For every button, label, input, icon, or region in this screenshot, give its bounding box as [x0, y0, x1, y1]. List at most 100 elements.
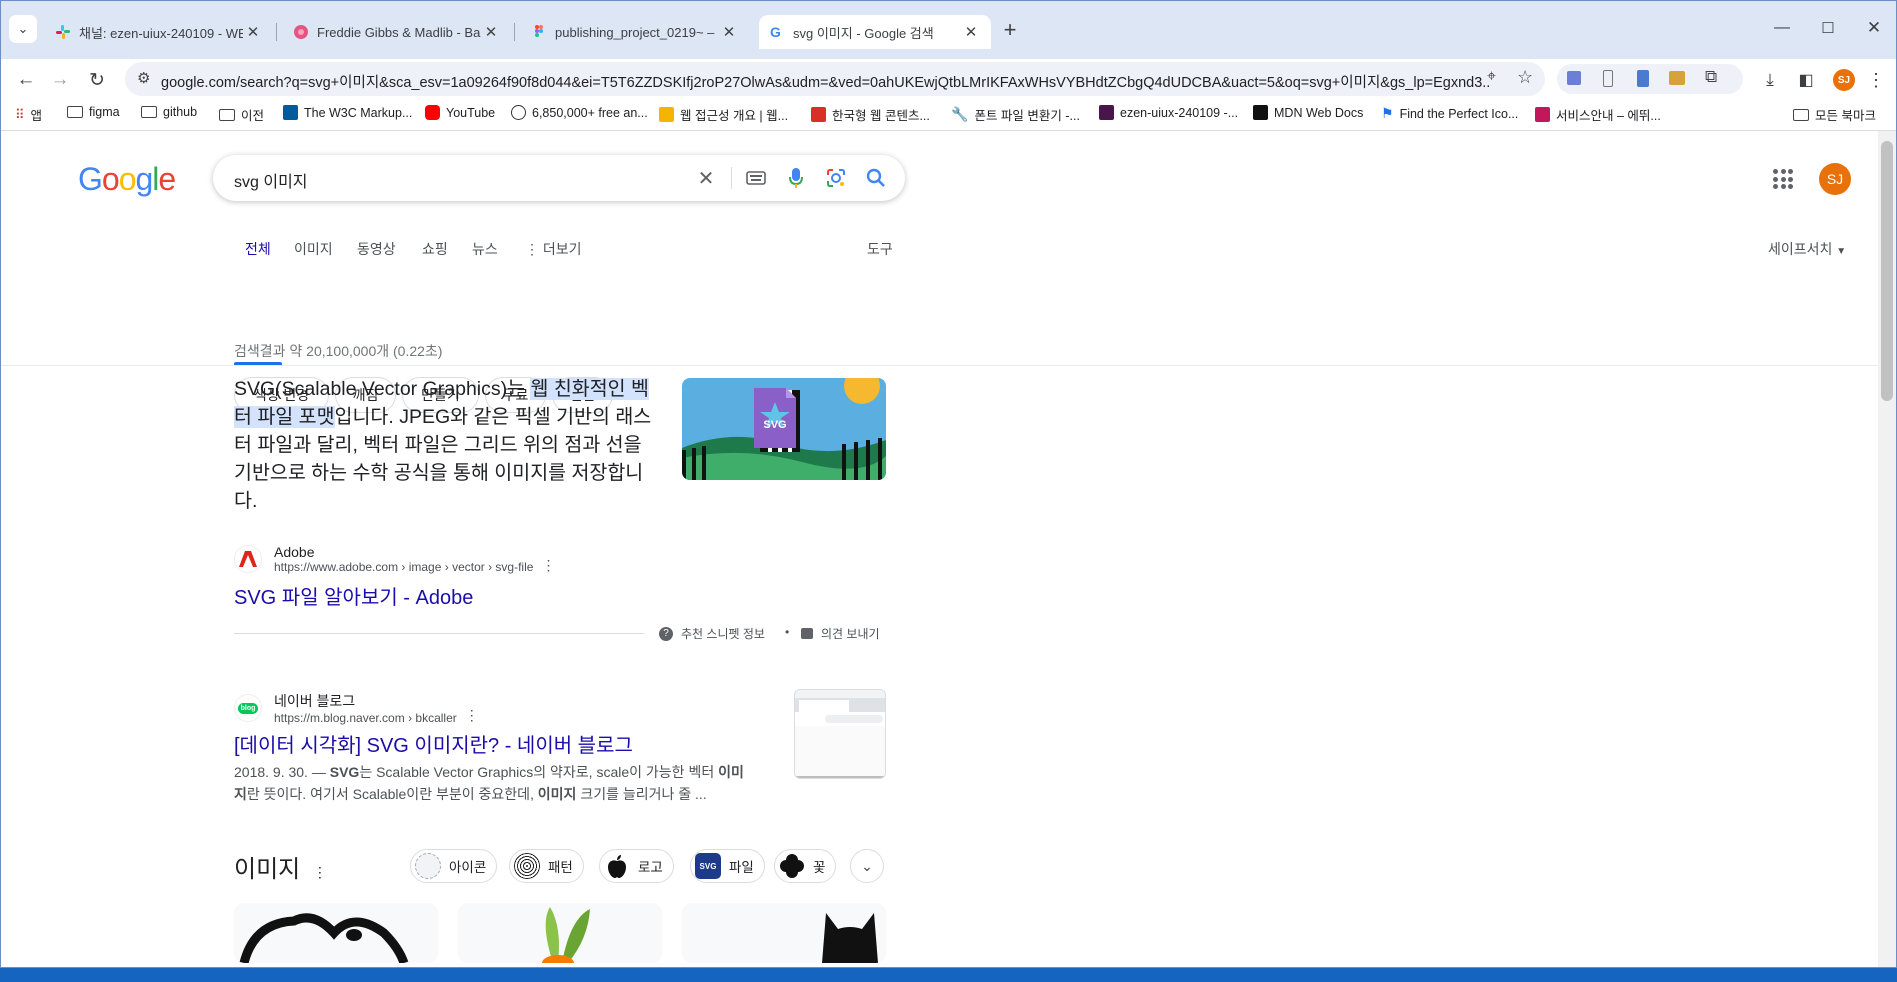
tab-close-icon[interactable]: ✕	[243, 23, 263, 41]
svg-file-illustration: SVG	[682, 378, 886, 480]
tab-close-icon[interactable]: ✕	[719, 23, 739, 41]
minimize-button[interactable]: —	[1769, 15, 1795, 41]
tab-slack[interactable]: 채널: ezen-uiux-240109 - WEB ✕	[45, 15, 273, 49]
adobe-source[interactable]: Adobe https://www.adobe.com › image › ve…	[234, 543, 555, 574]
bookmark-youtube[interactable]: YouTube	[425, 105, 495, 120]
bookmark-mdn[interactable]: MDN Web Docs	[1253, 105, 1363, 120]
image-result-1[interactable]	[234, 903, 438, 963]
dot-separator: •	[785, 625, 790, 639]
back-button[interactable]: ←	[13, 67, 39, 93]
bookmark-apps[interactable]: ⠿ 앱	[15, 105, 42, 124]
bookmark-service[interactable]: 서비스안내 – 에뛰...	[1535, 105, 1661, 124]
address-bar[interactable]: ⚙ google.com/search?q=svg+이미지&sca_esv=1a…	[125, 62, 1545, 96]
tab-freddie[interactable]: Freddie Gibbs & Madlib - Band ✕	[283, 15, 511, 49]
more-options-icon[interactable]: ⋮	[541, 557, 555, 574]
search-nav: 전체 이미지 동영상 쇼핑 뉴스 ⋮ 더보기 도구 세이프서치 ▼ 색상 변경 …	[1, 231, 1879, 413]
forward-button[interactable]: →	[47, 67, 73, 93]
bandcamp-icon	[294, 25, 308, 39]
bookmark-github[interactable]: github	[141, 105, 197, 119]
bookmark-all[interactable]: 모든 북마크	[1793, 105, 1876, 124]
image-chip-logo[interactable]: 로고	[599, 849, 674, 883]
tab-videos[interactable]: 동영상	[357, 239, 396, 259]
tab-close-icon[interactable]: ✕	[481, 23, 501, 41]
location-icon[interactable]: ⌖	[1487, 68, 1496, 86]
downloads-icon[interactable]: ⤓	[1757, 67, 1783, 93]
extension-device-icon[interactable]	[1603, 70, 1613, 87]
lens-camera-icon[interactable]	[823, 165, 849, 191]
extension-image-icon[interactable]	[1669, 71, 1685, 85]
bookmark-label: ezen-uiux-240109 -...	[1120, 105, 1239, 120]
new-tab-button[interactable]: +	[997, 17, 1023, 43]
images-heading-label: 이미지	[234, 856, 301, 883]
tab-news[interactable]: 뉴스	[472, 239, 498, 259]
scrollbar-thumb[interactable]	[1881, 141, 1893, 401]
feedback-link[interactable]: 의견 보내기	[801, 625, 880, 642]
bookmark-previous[interactable]: 이전	[219, 105, 264, 124]
tab-more-label: 더보기	[542, 241, 582, 257]
microphone-icon[interactable]	[783, 165, 809, 191]
result-title-adobe[interactable]: SVG 파일 알아보기 - Adobe	[234, 581, 473, 610]
tab-shopping[interactable]: 쇼핑	[422, 239, 448, 259]
tab-images[interactable]: 이미지	[294, 239, 333, 259]
figma-icon	[535, 25, 543, 37]
bookmark-font-converter[interactable]: 🔧 폰트 파일 변환기 -...	[951, 105, 1080, 124]
safesearch-button[interactable]: 세이프서치 ▼	[1768, 239, 1846, 259]
extensions-puzzle-icon[interactable]: ⧉	[1705, 67, 1717, 87]
naver-source[interactable]: blog 네이버 블로그 https://m.blog.naver.com › …	[234, 691, 479, 725]
profile-avatar[interactable]: SJ	[1833, 69, 1855, 91]
tab-figma[interactable]: publishing_project_0219~ – Fi ✕	[521, 15, 749, 49]
tab-close-icon[interactable]: ✕	[961, 23, 981, 41]
menu-icon[interactable]: ⋮	[1863, 67, 1889, 93]
extension-crop-icon[interactable]	[1567, 71, 1581, 85]
safesearch-label: 세이프서치	[1768, 241, 1833, 257]
bookmark-label: figma	[89, 105, 120, 119]
bookmark-star-icon[interactable]: ☆	[1517, 67, 1533, 88]
bookmark-icons[interactable]: ⚑ Find the Perfect Ico...	[1381, 105, 1518, 122]
bookmark-kwcag[interactable]: 한국형 웹 콘텐츠...	[811, 105, 930, 124]
tab-search-button[interactable]: ⌄	[9, 15, 37, 43]
bookmark-slack[interactable]: ezen-uiux-240109 -...	[1099, 105, 1238, 120]
about-snippet-link[interactable]: ? 추천 스니펫 정보	[659, 625, 765, 642]
more-vert-icon[interactable]: ⋮	[313, 864, 327, 880]
extension-tablet-icon[interactable]	[1637, 70, 1649, 87]
page-scrollbar[interactable]	[1878, 131, 1896, 967]
expand-chips-button[interactable]: ⌄	[850, 849, 884, 883]
keyboard-icon[interactable]	[743, 165, 769, 191]
bookmark-free-an[interactable]: 6,850,000+ free an...	[511, 105, 648, 120]
google-logo[interactable]: Google	[78, 161, 176, 198]
bookmark-accessibility[interactable]: 웹 접근성 개요 | 웹...	[659, 105, 788, 124]
folder-icon	[219, 108, 235, 121]
image-chip-pattern[interactable]: 패턴	[509, 849, 584, 883]
tab-all[interactable]: 전체	[245, 239, 271, 259]
search-box[interactable]: svg 이미지 ✕	[213, 155, 905, 201]
account-avatar[interactable]: SJ	[1819, 163, 1851, 195]
bookmark-figma[interactable]: figma	[67, 105, 120, 119]
close-window-button[interactable]: ✕	[1861, 15, 1887, 41]
source-name: Adobe	[274, 543, 315, 560]
search-input[interactable]: svg 이미지	[234, 168, 308, 192]
search-icon[interactable]	[863, 165, 889, 191]
reload-button[interactable]: ↻	[84, 67, 110, 93]
bookmark-w3c[interactable]: The W3C Markup...	[283, 105, 412, 120]
folder-icon	[141, 106, 157, 118]
google-apps-icon[interactable]	[1773, 169, 1793, 189]
image-result-3[interactable]	[682, 903, 886, 963]
browser-screenshot-thumbnail	[795, 690, 885, 778]
tab-more[interactable]: ⋮ 더보기	[525, 239, 582, 259]
tools-button[interactable]: 도구	[867, 239, 893, 259]
result-title-naver[interactable]: [데이터 시각화] SVG 이미지란? - 네이버 블로그	[234, 729, 633, 758]
image-chip-file[interactable]: SVG 파일	[690, 849, 765, 883]
tab-google-search[interactable]: G svg 이미지 - Google 검색 ✕	[759, 15, 991, 49]
tab-separator	[276, 23, 277, 41]
more-options-icon[interactable]: ⋮	[465, 707, 479, 724]
clear-icon[interactable]: ✕	[693, 165, 719, 191]
result-thumbnail-naver[interactable]	[794, 689, 886, 779]
image-chip-icon[interactable]: 아이콘	[410, 849, 498, 883]
chip-label: 꽃	[813, 860, 826, 875]
image-result-2[interactable]	[458, 903, 662, 963]
site-info-icon[interactable]: ⚙	[137, 69, 150, 87]
maximize-button[interactable]: ☐	[1815, 15, 1841, 41]
side-panel-icon[interactable]: ◧	[1793, 67, 1819, 93]
image-chip-flower[interactable]: 꽃	[774, 849, 837, 883]
featured-snippet-image[interactable]: SVG	[682, 378, 886, 480]
